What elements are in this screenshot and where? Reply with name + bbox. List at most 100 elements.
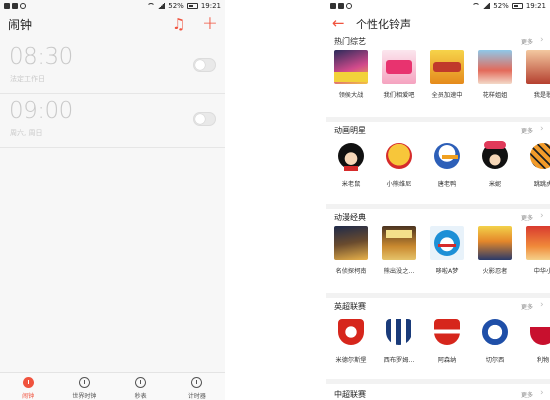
ringtone-item[interactable]: 全员加速中 <box>430 50 464 99</box>
tab-timer[interactable]: 计时器 <box>169 373 225 400</box>
item-label: 领侯大战 <box>338 92 364 99</box>
alarm-item[interactable]: 08:30 法定工作日 <box>0 40 225 94</box>
show-cover <box>478 50 512 84</box>
show-cover <box>334 226 368 260</box>
character-image <box>478 139 512 173</box>
ringtone-item[interactable]: 熊出没之... <box>382 226 416 275</box>
item-label: 跳跳虎 <box>533 181 550 188</box>
ringtone-item[interactable]: 唐老鸭 <box>430 139 464 188</box>
show-cover <box>430 50 464 84</box>
item-label: 全员加速中 <box>431 92 463 99</box>
alarm-toggle[interactable] <box>193 58 216 72</box>
chevron-right-icon[interactable]: › <box>540 124 544 134</box>
alarm-time: 09:00 <box>9 98 73 124</box>
ringtone-screen: 52% 19:21 ← 个性化铃声 热门综艺 更多 › 领侯大战 我们相爱吧 全… <box>326 0 550 400</box>
ringtone-item[interactable]: 米德尔斯堡 <box>334 315 368 364</box>
ringtone-item[interactable]: 阿森纳 <box>430 315 464 364</box>
chevron-right-icon[interactable]: › <box>540 211 544 221</box>
show-cover <box>526 226 550 260</box>
ringtone-item[interactable]: 我们相爱吧 <box>382 50 416 99</box>
ringtone-item[interactable]: 哆啦A梦 <box>430 226 464 275</box>
ringtone-section-chinese-super-league: 中超联赛 更多 › <box>326 388 550 400</box>
wifi-icon <box>472 3 481 9</box>
section-title: 英超联赛 <box>334 302 366 311</box>
ringtone-item[interactable]: 我是歌 <box>526 50 550 99</box>
character-image <box>526 139 550 173</box>
chevron-right-icon[interactable]: › <box>540 300 544 310</box>
alarm-screen: 52% 19:21 闹钟 ♫ + 08:30 法定工作日 09:00 周六, 周… <box>0 0 225 400</box>
tab-alarm[interactable]: 闹钟 <box>0 373 56 400</box>
character-image <box>382 139 416 173</box>
chevron-right-icon[interactable]: › <box>540 35 544 45</box>
show-cover <box>526 50 550 84</box>
item-label: 米老鼠 <box>341 181 361 188</box>
ringtone-item[interactable]: 花样姐姐 <box>478 50 512 99</box>
add-alarm-icon[interactable]: + <box>202 13 218 33</box>
stopwatch-icon <box>135 377 147 388</box>
character-image <box>430 139 464 173</box>
battery-percent: 52% <box>168 2 184 10</box>
image-notification-icon <box>12 3 18 9</box>
ringtone-item[interactable]: 切尔西 <box>478 315 512 364</box>
more-link[interactable]: 更多 <box>521 302 533 311</box>
club-crest-icon <box>526 315 550 349</box>
chevron-right-icon[interactable]: › <box>540 388 544 398</box>
item-label: 火影忍者 <box>482 268 508 275</box>
tab-world-clock[interactable]: 世界时钟 <box>56 373 112 400</box>
ringtone-item[interactable]: 中华小 <box>526 226 550 275</box>
item-label: 哆啦A梦 <box>435 268 459 275</box>
more-link[interactable]: 更多 <box>521 126 533 135</box>
ringtone-header: ← 个性化铃声 <box>326 13 550 35</box>
alarm-clock-icon <box>22 377 34 388</box>
ringtone-item[interactable]: 米老鼠 <box>334 139 368 188</box>
alarm-item[interactable]: 09:00 周六, 周日 <box>0 94 225 148</box>
item-label: 花样姐姐 <box>482 92 508 99</box>
alarm-header: 闹钟 ♫ + <box>0 13 225 37</box>
ringtone-item[interactable]: 利物 <box>526 315 550 364</box>
tab-stopwatch[interactable]: 秒表 <box>113 373 169 400</box>
item-label: 利物 <box>536 357 550 364</box>
alarm-repeat: 法定工作日 <box>10 75 45 83</box>
status-bar: 52% 19:21 <box>0 0 225 13</box>
item-label: 我是歌 <box>533 92 550 99</box>
item-label: 中华小 <box>533 268 550 275</box>
music-note-icon[interactable]: ♫ <box>172 15 185 33</box>
ringtone-item[interactable]: 西布罗姆... <box>382 315 416 364</box>
timer-icon <box>191 377 203 388</box>
ringtone-item[interactable]: 火影忍者 <box>478 226 512 275</box>
wifi-icon <box>147 3 156 9</box>
item-label: 小熊维尼 <box>386 181 412 188</box>
item-label: 我们相爱吧 <box>383 92 415 99</box>
status-bar: 52% 19:21 <box>326 0 550 13</box>
more-link[interactable]: 更多 <box>521 37 533 46</box>
ringtone-item[interactable]: 名侦探柯南 <box>334 226 368 275</box>
item-label: 唐老鸭 <box>437 181 457 188</box>
club-crest-icon <box>382 315 416 349</box>
section-title: 动画明星 <box>334 126 366 135</box>
status-time: 19:21 <box>525 2 546 10</box>
item-label: 熊出没之... <box>383 268 415 275</box>
ringtone-section-anime-classics: 动漫经典 更多 › 名侦探柯南 熊出没之... 哆啦A梦 火影忍者 中华小 <box>326 211 550 298</box>
back-arrow-icon[interactable]: ← <box>332 13 345 33</box>
alarm-time: 08:30 <box>9 44 73 70</box>
image-notification-icon <box>338 3 344 9</box>
item-label: 西布罗姆... <box>383 357 415 364</box>
ringtone-item[interactable]: 领侯大战 <box>334 50 368 99</box>
ringtone-section-cartoon-stars: 动画明星 更多 › 米老鼠 小熊维尼 唐老鸭 米妮 跳跳虎 <box>326 124 550 209</box>
show-cover <box>382 50 416 84</box>
ringtone-item[interactable]: 跳跳虎 <box>526 139 550 188</box>
more-link[interactable]: 更多 <box>521 213 533 222</box>
notification-icons <box>4 3 26 9</box>
notification-icons <box>330 3 352 9</box>
battery-icon <box>186 3 198 9</box>
character-image <box>334 139 368 173</box>
ringtone-item[interactable]: 小熊维尼 <box>382 139 416 188</box>
alarm-toggle[interactable] <box>193 112 216 126</box>
show-cover <box>478 226 512 260</box>
ringtone-item[interactable]: 米妮 <box>478 139 512 188</box>
item-label: 米妮 <box>488 181 502 188</box>
more-link[interactable]: 更多 <box>521 390 533 399</box>
club-crest-icon <box>478 315 512 349</box>
tab-label: 闹钟 <box>22 393 35 400</box>
item-label: 切尔西 <box>485 357 505 364</box>
